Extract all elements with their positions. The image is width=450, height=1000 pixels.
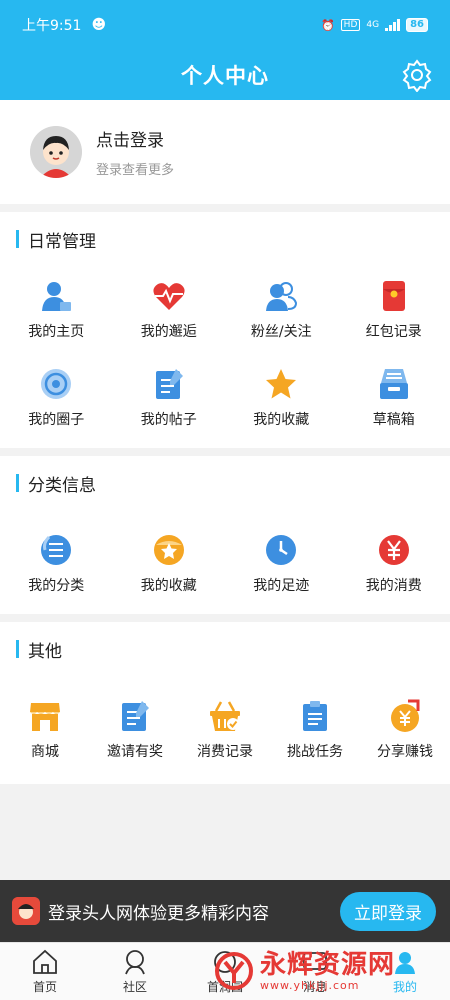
- menu-item-label: 我的主页: [28, 324, 85, 340]
- menu-item-label: 分享赚钱: [377, 744, 433, 760]
- login-prompt-banner: 登录头人网体验更多精彩内容 立即登录: [0, 880, 450, 942]
- menu-item-my-circles[interactable]: 我的圈子: [0, 354, 113, 442]
- watermark: 永辉资源网 www.yhkjjj.com: [214, 942, 450, 1000]
- hd-indicator: HD: [340, 19, 361, 31]
- watermark-logo: [215, 952, 253, 990]
- menu-item-label: 草稿箱: [372, 412, 415, 428]
- red-envelope-icon: [382, 281, 405, 311]
- alarm-icon: ⏰: [320, 18, 335, 32]
- tab-community[interactable]: 社区: [90, 943, 180, 1000]
- menu-item-my-favorites[interactable]: 我的收藏: [225, 354, 338, 442]
- menu-item-spending-records[interactable]: 消费记录: [180, 686, 270, 774]
- tab-home[interactable]: 首页: [0, 943, 90, 1000]
- notification-icon: ☻: [91, 17, 107, 33]
- status-bar: 上午9:51 ☻ ⏰ HD 4G 86: [0, 0, 450, 50]
- menu-item-label: 商城: [31, 744, 59, 760]
- user-home-icon: [42, 282, 72, 311]
- section-accent-bar: [16, 230, 19, 248]
- menu-item-red-envelope-records[interactable]: 红包记录: [338, 266, 450, 354]
- avatar[interactable]: [30, 126, 82, 178]
- menu-item-drafts[interactable]: 草稿箱: [338, 354, 450, 442]
- network-indicator: 4G: [366, 20, 380, 30]
- menu-item-my-encounters[interactable]: 我的邂逅: [113, 266, 226, 354]
- section-category-info: 分类信息 我的分类 我的收藏 我的足迹 我的消费: [0, 456, 450, 614]
- login-profile-card[interactable]: 点击登录 登录查看更多: [0, 100, 450, 204]
- login-now-button[interactable]: 立即登录: [340, 891, 436, 931]
- home-icon: [33, 949, 57, 974]
- favorite-icon: [153, 535, 184, 565]
- login-title[interactable]: 点击登录: [96, 126, 174, 151]
- settings-gear-icon[interactable]: [400, 58, 434, 92]
- share-money-icon: [391, 699, 420, 732]
- section-title: 其他: [28, 641, 62, 662]
- page-title: 个人中心: [181, 64, 269, 88]
- shop-icon: [30, 703, 60, 731]
- menu-item-label: 我的足迹: [253, 578, 310, 594]
- section-header: 其他: [0, 622, 450, 676]
- section-others: 其他 商城 邀请有奖 消费记录 挑战任务 分享赚钱: [0, 622, 450, 784]
- star-icon: [266, 369, 297, 399]
- yuan-icon: [378, 535, 409, 565]
- menu-item-invite-rewards[interactable]: 邀请有奖: [90, 686, 180, 774]
- section-title: 分类信息: [28, 475, 96, 496]
- menu-item-fans-follow[interactable]: 粉丝/关注: [225, 266, 338, 354]
- fans-icon: [266, 282, 298, 311]
- drafts-icon: [379, 369, 408, 399]
- menu-item-label: 我的消费: [365, 578, 422, 594]
- footprint-clock-icon: [266, 535, 297, 565]
- battery-indicator: 86: [406, 18, 428, 32]
- circle-icon: [41, 369, 72, 399]
- menu-item-label: 挑战任务: [287, 744, 343, 760]
- tab-label: 首页: [32, 980, 57, 994]
- menu-item-label: 粉丝/关注: [250, 324, 312, 340]
- menu-item-label: 我的分类: [28, 578, 85, 594]
- section-accent-bar: [16, 640, 19, 658]
- watermark-text: 永辉资源网: [260, 949, 396, 980]
- section-header: 日常管理: [0, 212, 450, 266]
- menu-item-label: 我的圈子: [28, 412, 85, 428]
- menu-item-label: 我的收藏: [253, 412, 310, 428]
- category-icon: [41, 535, 72, 565]
- login-subtitle: 登录查看更多: [96, 163, 175, 178]
- menu-item-my-homepage[interactable]: 我的主页: [0, 266, 113, 354]
- menu-item-label: 我的帖子: [140, 412, 197, 428]
- menu-item-my-posts[interactable]: 我的帖子: [113, 354, 226, 442]
- menu-item-challenge-tasks[interactable]: 挑战任务: [270, 686, 360, 774]
- menu-item-label: 消费记录: [197, 744, 253, 760]
- status-time: 上午9:51: [22, 18, 82, 34]
- section-daily-management: 日常管理 我的主页 我的邂逅 粉丝/关注 红包记录 我的圈子 我的帖子 我的收藏…: [0, 212, 450, 448]
- menu-item-share-earn[interactable]: 分享赚钱: [360, 686, 450, 774]
- banner-text: 登录头人网体验更多精彩内容: [48, 903, 269, 924]
- section-accent-bar: [16, 474, 19, 492]
- community-icon: [125, 950, 145, 975]
- menu-item-label: 我的邂逅: [140, 324, 197, 340]
- section-header: 分类信息: [0, 456, 450, 510]
- clipboard-icon: [303, 701, 327, 731]
- menu-item-my-footprints[interactable]: 我的足迹: [225, 520, 338, 608]
- menu-item-shop[interactable]: 商城: [0, 686, 90, 774]
- basket-icon: [210, 701, 240, 731]
- menu-item-my-categories[interactable]: 我的分类: [0, 520, 113, 608]
- menu-item-my-collection[interactable]: 我的收藏: [113, 520, 226, 608]
- menu-item-label: 我的收藏: [140, 578, 197, 594]
- tab-label: 社区: [122, 980, 147, 994]
- post-icon: [155, 369, 183, 399]
- menu-item-my-spending[interactable]: 我的消费: [338, 520, 450, 608]
- title-bar: 个人中心: [0, 50, 450, 100]
- menu-item-label: 红包记录: [365, 324, 422, 340]
- signal-icon: [385, 19, 401, 31]
- watermark-url: www.yhkjjj.com: [260, 978, 360, 992]
- invite-icon: [122, 701, 149, 731]
- app-logo-icon: [12, 897, 40, 925]
- heartbeat-icon: [153, 283, 185, 310]
- section-title: 日常管理: [28, 231, 96, 252]
- menu-item-label: 邀请有奖: [107, 744, 163, 760]
